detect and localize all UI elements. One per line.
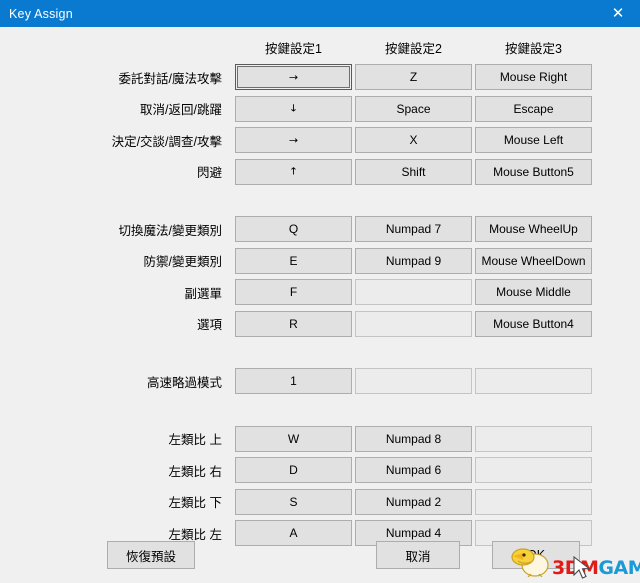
- key-assign-row: 委託對話/魔法攻擊 → Z Mouse Right: [0, 64, 640, 90]
- key-binding-button[interactable]: R: [235, 310, 352, 337]
- key-binding-button[interactable]: [355, 310, 472, 337]
- key-assign-row: 選項 R Mouse Button4: [0, 310, 640, 337]
- key-binding-button[interactable]: ↓: [235, 95, 352, 122]
- key-binding-button[interactable]: Mouse WheelDown: [475, 247, 592, 274]
- key-assign-dialog: Key Assign ✕ 按鍵設定1 按鍵設定2 按鍵設定3 委託對話/魔法攻擊…: [0, 0, 640, 583]
- key-binding-button[interactable]: Numpad 9: [355, 247, 472, 274]
- key-binding-button[interactable]: D: [235, 457, 352, 483]
- key-binding-button[interactable]: Z: [355, 64, 472, 90]
- column-header-3: 按鍵設定3: [505, 42, 562, 56]
- key-binding-button[interactable]: S: [235, 488, 352, 515]
- ok-button[interactable]: OK: [492, 541, 580, 569]
- key-binding-button[interactable]: Numpad 8: [355, 425, 472, 452]
- key-assign-row: 左類比 右 D Numpad 6: [0, 457, 640, 483]
- key-binding-button[interactable]: Numpad 6: [355, 457, 472, 483]
- key-binding-button[interactable]: [475, 368, 592, 394]
- key-assign-row: 閃避 ↑ Shift Mouse Button5: [0, 158, 640, 185]
- key-binding-button[interactable]: Space: [355, 95, 472, 122]
- key-binding-button[interactable]: E: [235, 247, 352, 274]
- key-binding-button[interactable]: Mouse Right: [475, 64, 592, 90]
- arrow-key-glyph: ↓: [288, 102, 299, 115]
- row-label: 副選單: [184, 286, 222, 301]
- key-assign-row: 副選單 F Mouse Middle: [0, 279, 640, 305]
- key-assign-row: 切換魔法/變更類別 Q Numpad 7 Mouse WheelUp: [0, 216, 640, 242]
- cancel-button[interactable]: 取消: [376, 541, 460, 569]
- key-assign-row: 防禦/變更類別 E Numpad 9 Mouse WheelDown: [0, 247, 640, 274]
- dialog-body: 按鍵設定1 按鍵設定2 按鍵設定3 委託對話/魔法攻擊 → Z Mouse Right…: [0, 27, 640, 583]
- key-binding-button[interactable]: [475, 425, 592, 452]
- key-binding-button[interactable]: Mouse Button5: [475, 158, 592, 185]
- key-assign-row: 高速略過模式 1: [0, 368, 640, 394]
- row-label: 取消/返回/跳躍: [140, 103, 222, 117]
- key-binding-button[interactable]: Shift: [355, 158, 472, 185]
- key-assign-row: 決定/交談/調查/攻擊 → X Mouse Left: [0, 127, 640, 153]
- key-binding-button[interactable]: [355, 368, 472, 394]
- key-binding-button[interactable]: W: [235, 425, 352, 452]
- row-label: 委託對話/魔法攻擊: [118, 71, 222, 86]
- column-header-1: 按鍵設定1: [265, 42, 322, 56]
- key-binding-button[interactable]: Mouse Middle: [475, 279, 592, 305]
- column-headers: 按鍵設定1 按鍵設定2 按鍵設定3: [0, 38, 640, 58]
- key-binding-button[interactable]: Mouse Button4: [475, 310, 592, 337]
- key-binding-button[interactable]: →: [235, 127, 352, 153]
- titlebar: Key Assign ✕: [0, 0, 640, 27]
- column-header-2: 按鍵設定2: [385, 42, 442, 56]
- key-binding-button[interactable]: ↑: [235, 158, 352, 185]
- key-binding-button[interactable]: 1: [235, 368, 352, 394]
- key-binding-button[interactable]: Numpad 7: [355, 216, 472, 242]
- key-assign-row: 左類比 下 S Numpad 2: [0, 488, 640, 515]
- restore-defaults-button[interactable]: 恢復預設: [107, 541, 195, 569]
- row-label: 選項: [196, 318, 222, 332]
- arrow-key-glyph: →: [288, 134, 299, 146]
- key-assign-row: 左類比 上 W Numpad 8: [0, 425, 640, 452]
- row-label: 高速略過模式: [146, 375, 222, 390]
- arrow-key-glyph: →: [288, 71, 299, 83]
- key-assign-row: 取消/返回/跳躍 ↓ Space Escape: [0, 95, 640, 122]
- key-binding-button[interactable]: Numpad 2: [355, 488, 472, 515]
- row-label: 閃避: [196, 166, 222, 180]
- row-label: 左類比 上: [168, 433, 222, 447]
- key-binding-button[interactable]: X: [355, 127, 472, 153]
- key-binding-button[interactable]: F: [235, 279, 352, 305]
- key-binding-button[interactable]: Mouse Left: [475, 127, 592, 153]
- key-binding-button[interactable]: Escape: [475, 95, 592, 122]
- key-binding-button[interactable]: Mouse WheelUp: [475, 216, 592, 242]
- row-label: 左類比 右: [168, 464, 222, 479]
- key-binding-button[interactable]: [475, 488, 592, 515]
- row-label: 防禦/變更類別: [143, 255, 222, 269]
- key-binding-button[interactable]: Q: [235, 216, 352, 242]
- close-icon[interactable]: ✕: [596, 0, 640, 27]
- window-title: Key Assign: [9, 6, 73, 21]
- row-label: 決定/交談/調查/攻擊: [111, 134, 222, 149]
- row-label: 左類比 下: [168, 496, 222, 510]
- row-label: 切換魔法/變更類別: [118, 223, 222, 238]
- key-binding-button[interactable]: →: [235, 64, 352, 90]
- key-binding-button[interactable]: [475, 457, 592, 483]
- arrow-key-glyph: ↑: [288, 165, 299, 178]
- key-binding-button[interactable]: A: [235, 520, 352, 546]
- key-binding-button[interactable]: [355, 279, 472, 305]
